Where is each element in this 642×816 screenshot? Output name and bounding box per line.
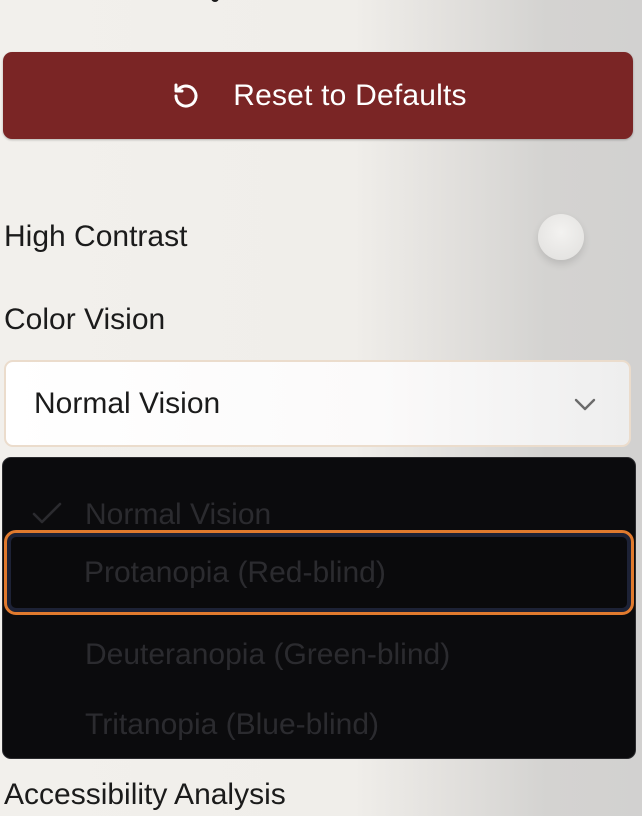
color-vision-selected-value: Normal Vision <box>34 386 221 420</box>
color-vision-label: Color Vision <box>4 303 166 336</box>
color-vision-select[interactable]: Normal Vision <box>4 360 631 447</box>
option-label: Normal Vision <box>85 498 272 531</box>
option-deuteranopia[interactable]: Deuteranopia (Green-blind) <box>3 610 635 680</box>
reset-icon <box>169 79 203 113</box>
option-label: Protanopia (Red-blind) <box>84 556 386 589</box>
option-label: Deuteranopia (Green-blind) <box>85 638 451 671</box>
high-contrast-toggle[interactable] <box>538 214 584 260</box>
accessibility-analysis-heading: Accessibility Analysis <box>4 778 286 811</box>
option-tritanopia[interactable]: Tritanopia (Blue-blind) <box>3 680 635 750</box>
chevron-down-icon <box>571 390 599 418</box>
check-icon <box>31 502 63 526</box>
option-label: Tritanopia (Blue-blind) <box>85 708 380 741</box>
high-contrast-label: High Contrast <box>4 220 188 253</box>
reset-to-defaults-label: Reset to Defaults <box>233 78 467 112</box>
reset-to-defaults-button[interactable]: Reset to Defaults <box>3 52 633 139</box>
cut-off-heading-fragment <box>205 0 235 4</box>
